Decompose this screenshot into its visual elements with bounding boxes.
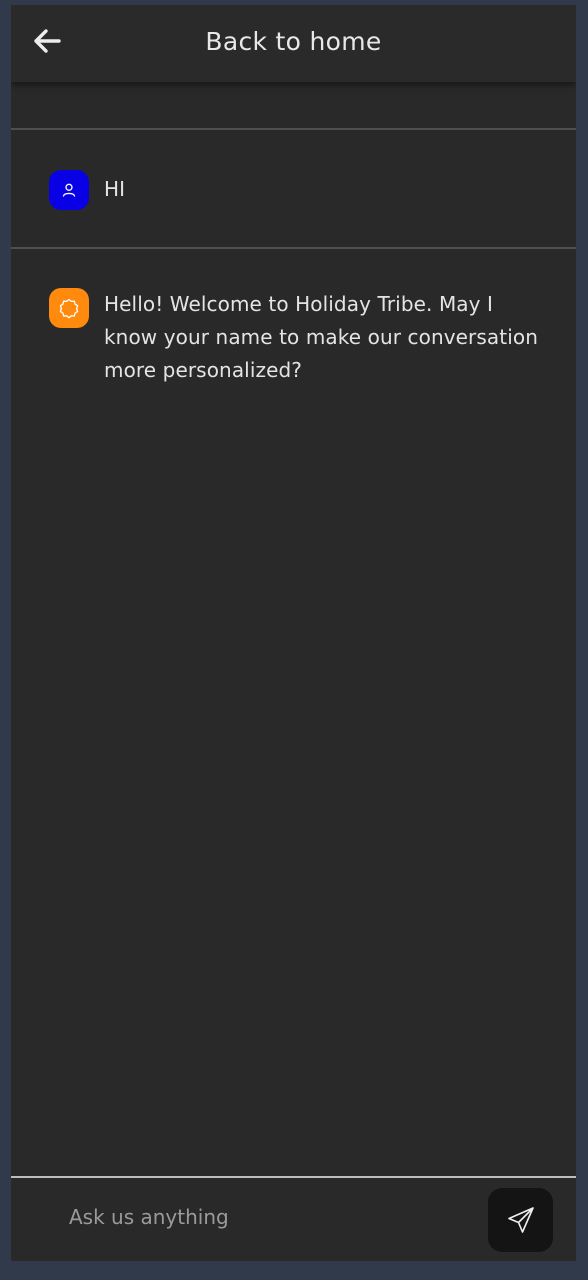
chat-window: Back to home HI Hello! Welcome to Holida… — [11, 5, 576, 1261]
bot-avatar — [49, 288, 89, 328]
header-bar: Back to home — [11, 5, 576, 82]
user-icon — [62, 183, 76, 197]
chat-input[interactable] — [51, 1193, 507, 1241]
divider — [11, 247, 576, 249]
user-avatar — [49, 170, 89, 210]
send-icon — [507, 1207, 534, 1233]
bot-message: Hello! Welcome to Holiday Tribe. May I k… — [49, 288, 549, 387]
bot-badge-icon — [59, 298, 79, 319]
page-title[interactable]: Back to home — [11, 27, 576, 56]
message-text: Hello! Welcome to Holiday Tribe. May I k… — [104, 292, 538, 382]
user-message: HI — [49, 170, 549, 210]
composer-divider — [11, 1176, 576, 1178]
send-button[interactable] — [488, 1188, 553, 1252]
message-text: HI — [104, 177, 126, 201]
divider — [11, 128, 576, 130]
